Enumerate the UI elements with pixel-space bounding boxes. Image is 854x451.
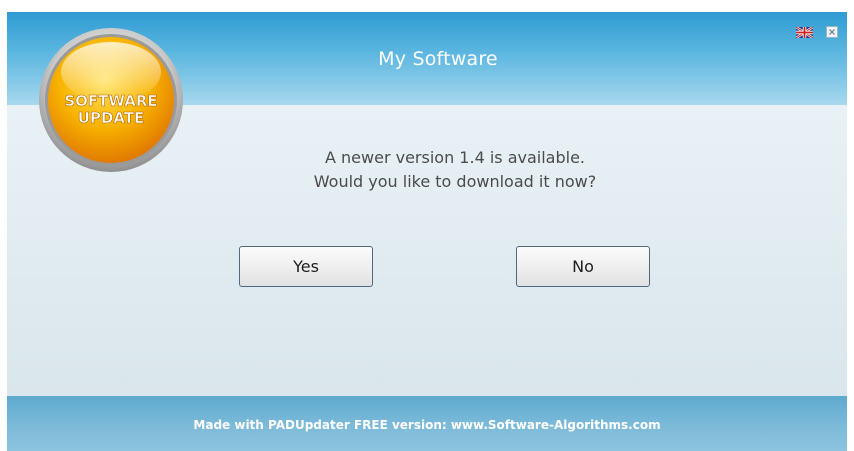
- no-button[interactable]: No: [516, 246, 650, 287]
- message-line-question: Would you like to download it now?: [313, 172, 597, 191]
- update-message: A newer version 1.4 is available. Would …: [7, 146, 847, 194]
- yes-button[interactable]: Yes: [239, 246, 373, 287]
- logo-text-line1: SOFTWARE: [64, 92, 157, 110]
- close-icon[interactable]: [826, 26, 838, 38]
- uk-flag-icon[interactable]: [796, 27, 813, 38]
- message-line-version: A newer version 1.4 is available.: [325, 148, 585, 167]
- logo-text-line2: UPDATE: [78, 109, 145, 127]
- footer-credit[interactable]: Made with PADUpdater FREE version: www.S…: [7, 418, 847, 432]
- footer-bar: Made with PADUpdater FREE version: www.S…: [7, 396, 847, 451]
- update-dialog: My Software SOFTWARE UPDATE A newer vers…: [7, 12, 847, 451]
